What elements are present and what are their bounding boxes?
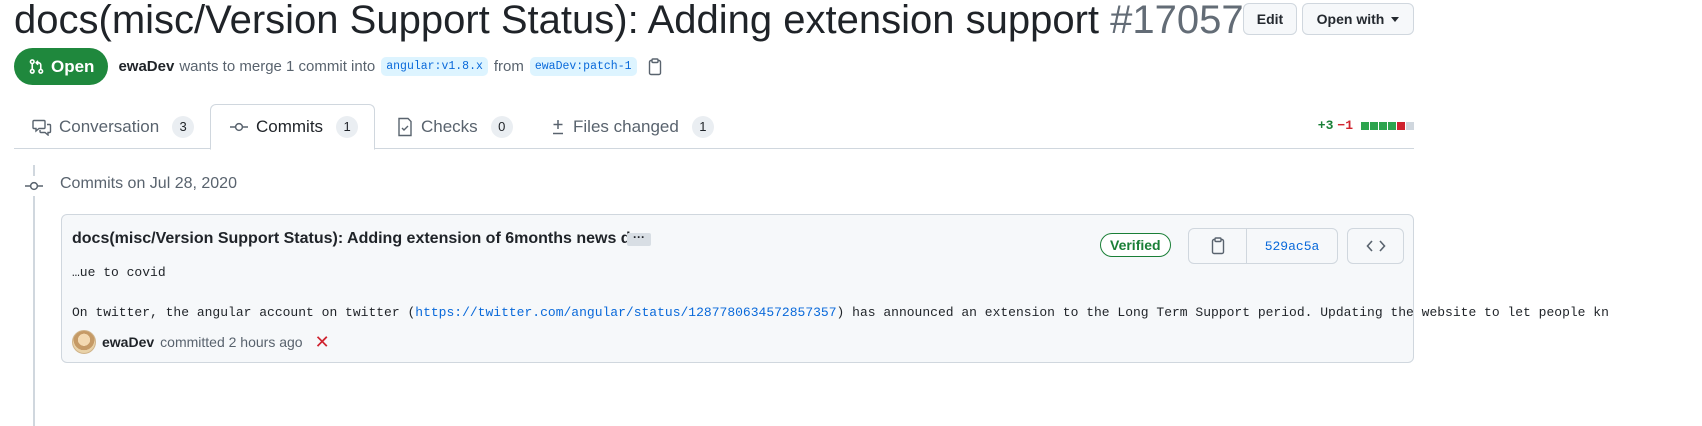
tab-label: Files changed xyxy=(573,116,679,136)
tab-label: Commits xyxy=(256,117,324,136)
commit-description-line: …ue to covid xyxy=(72,265,166,280)
diffstat-block xyxy=(1388,121,1396,130)
status-badge: Open xyxy=(14,48,109,85)
description-text: ) has announced an extension to the Long… xyxy=(836,305,1609,320)
tab-counter: 1 xyxy=(691,115,714,138)
diffstat-block xyxy=(1406,121,1414,130)
expand-description-button[interactable]: ··· xyxy=(627,231,651,246)
commit-sha-link[interactable]: 529ac5a xyxy=(1247,229,1337,263)
tab-label: Conversation xyxy=(59,116,160,136)
commit-group-date: Commits on Jul 28, 2020 xyxy=(60,175,237,192)
deletions-count: −1 xyxy=(1337,118,1353,133)
from-text: from xyxy=(493,58,524,75)
diffstat-block xyxy=(1370,121,1378,130)
chevron-down-icon xyxy=(1391,16,1400,22)
diffstat: +3 −1 xyxy=(1318,118,1414,133)
additions-count: +3 xyxy=(1317,118,1334,133)
commit-list-item: docs(misc/Version Support Status): Addin… xyxy=(61,214,1609,363)
commit-author-row: ewaDev committed 2 hours ago ✕ xyxy=(72,330,330,354)
tab-conversation[interactable]: Conversation 3 xyxy=(32,104,195,149)
commit-author-link[interactable]: ewaDev xyxy=(102,334,154,350)
copy-branch-button[interactable] xyxy=(647,57,663,76)
clipboard-icon xyxy=(648,57,661,75)
pr-title-text: docs(misc/Version Support Status): Addin… xyxy=(14,0,1100,42)
open-with-label: Open with xyxy=(1316,11,1385,27)
pr-meta-row: Open ewaDev wants to merge 1 commit into… xyxy=(14,48,663,85)
git-commit-icon xyxy=(230,122,248,132)
diffstat-block xyxy=(1397,121,1405,130)
avatar[interactable] xyxy=(72,330,96,354)
page-title: docs(misc/Version Support Status): Addin… xyxy=(14,0,1244,42)
tab-counter: 1 xyxy=(336,116,359,138)
git-pull-request-icon xyxy=(29,59,44,74)
clipboard-icon xyxy=(1211,237,1224,255)
description-text: On twitter, the angular account on twitt… xyxy=(72,305,416,320)
tab-counter: 0 xyxy=(490,115,513,138)
diffstat-block xyxy=(1379,121,1387,130)
failed-status-icon[interactable]: ✕ xyxy=(315,333,330,351)
commit-description-body: On twitter, the angular account on twitt… xyxy=(72,303,1609,323)
git-commit-icon xyxy=(22,176,46,196)
open-with-button[interactable]: Open with xyxy=(1302,3,1414,35)
tab-commits[interactable]: Commits 1 xyxy=(210,104,376,150)
committed-time: committed 2 hours ago xyxy=(160,334,303,350)
description-link[interactable]: https://twitter.com/angular/status/12877… xyxy=(415,305,836,320)
tab-counter: 3 xyxy=(172,115,195,138)
copy-sha-button[interactable] xyxy=(1189,229,1247,263)
head-branch[interactable]: ewaDev:patch-1 xyxy=(529,57,637,76)
commit-title-link[interactable]: docs(misc/Version Support Status): Addin… xyxy=(72,230,644,248)
checklist-icon xyxy=(398,117,412,136)
code-icon xyxy=(1365,240,1386,252)
tab-checks[interactable]: Checks 0 xyxy=(396,104,513,149)
comment-discussion-icon xyxy=(32,119,52,136)
tab-files-changed[interactable]: Files changed 1 xyxy=(550,104,714,149)
tab-label: Checks xyxy=(421,116,478,136)
commit-sha-group: 529ac5a xyxy=(1188,228,1338,264)
diffstat-blocks xyxy=(1361,121,1414,130)
merge-text: wants to merge 1 commit into xyxy=(179,58,376,75)
file-diff-icon xyxy=(553,119,563,134)
pr-number: #17057 xyxy=(1110,0,1244,42)
timeline-line xyxy=(33,165,35,426)
edit-button[interactable]: Edit xyxy=(1243,3,1297,35)
pr-author-link[interactable]: ewaDev xyxy=(118,58,174,75)
diffstat-block xyxy=(1361,121,1369,130)
browse-repository-button[interactable] xyxy=(1347,228,1404,264)
status-label: Open xyxy=(51,56,95,76)
base-branch[interactable]: angular:v1.8.x xyxy=(381,57,488,76)
pr-tabs: Conversation 3 Commits 1 Checks 0 Files … xyxy=(14,104,1414,150)
pull-request-page: docs(misc/Version Support Status): Addin… xyxy=(0,0,1702,426)
verified-badge[interactable]: Verified xyxy=(1100,233,1171,257)
